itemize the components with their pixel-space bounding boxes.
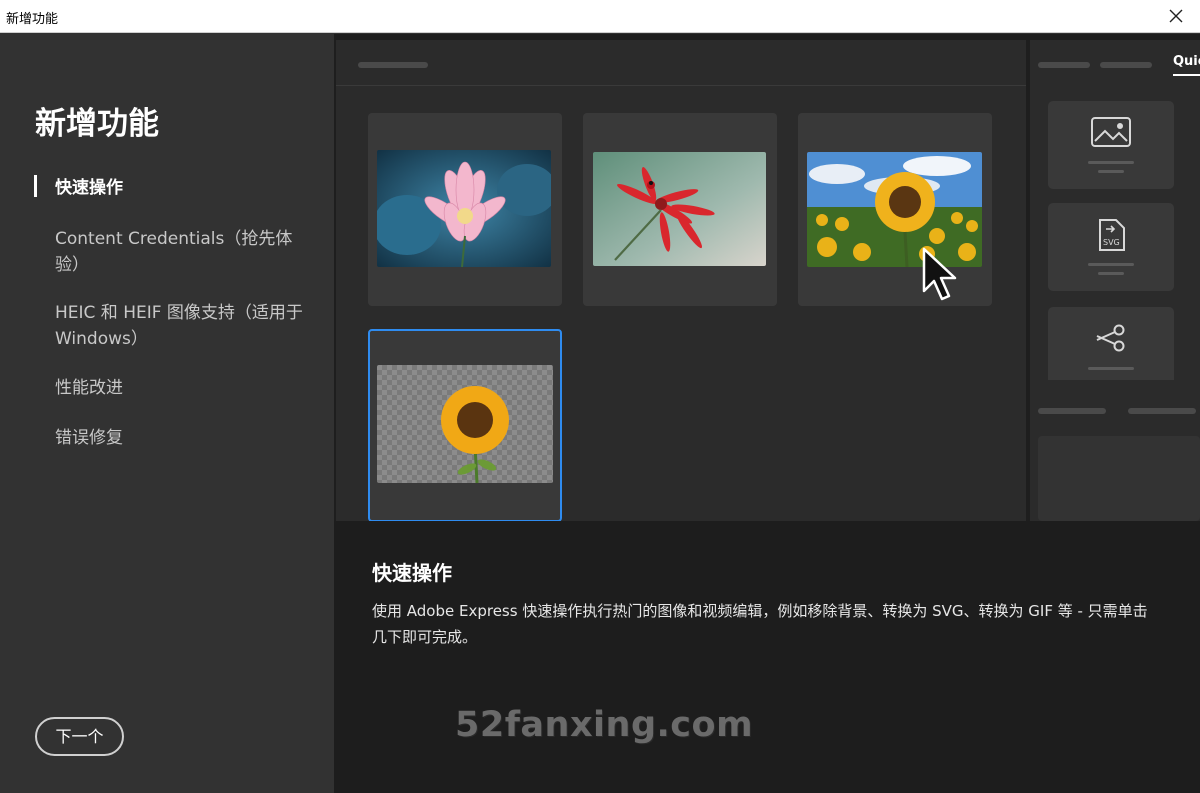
- placeholder-bar: [1088, 161, 1134, 164]
- daisy-image: [593, 152, 766, 266]
- description-body: 使用 Adobe Express 快速操作执行热门的图像和视频编辑，例如移除背景…: [372, 602, 1148, 646]
- nav-item-quick-actions[interactable]: 快速操作: [55, 175, 305, 201]
- tool-convert-svg[interactable]: SVG: [1048, 203, 1174, 291]
- sidebar: 新增功能 快速操作 Content Credentials（抢先体验） HEIC…: [0, 34, 334, 793]
- image-icon: [1091, 117, 1131, 147]
- nav-item-performance[interactable]: 性能改进: [55, 375, 305, 401]
- thumbnail-card-daisy[interactable]: [583, 113, 777, 306]
- placeholder-bar: [1098, 272, 1124, 275]
- quick-actions-panel: Quic SVG: [1030, 40, 1200, 521]
- active-indicator: [34, 175, 37, 197]
- lotus-image: [377, 150, 551, 267]
- placeholder-bar: [358, 62, 428, 68]
- placeholder-bar: [1088, 263, 1134, 266]
- tab-underline: [1173, 74, 1200, 76]
- svg-text:SVG: SVG: [1103, 238, 1120, 247]
- mouse-cursor-icon: [922, 247, 957, 301]
- placeholder-bar: [1128, 408, 1196, 414]
- thumbnail-card-lotus[interactable]: [368, 113, 562, 306]
- sidebar-heading: 新增功能: [35, 106, 159, 142]
- placeholder-bar: [1098, 170, 1124, 173]
- placeholder-bar: [1088, 367, 1134, 370]
- window-titlebar: 新增功能: [0, 0, 1200, 33]
- window-title: 新增功能: [6, 12, 59, 27]
- placeholder-block: [1038, 436, 1200, 521]
- nav-item-bug-fixes[interactable]: 错误修复: [55, 425, 305, 451]
- panel-lower: [1030, 380, 1200, 521]
- svg-convert-icon: SVG: [1099, 219, 1125, 251]
- nav-item-heic-heif[interactable]: HEIC 和 HEIF 图像支持（适用于 Windows）: [55, 300, 305, 352]
- placeholder-bar: [1038, 408, 1106, 414]
- description-title: 快速操作: [372, 561, 452, 585]
- placeholder-bar: [1100, 62, 1152, 68]
- sunflower-cutout-image: [377, 365, 553, 483]
- placeholder-bar: [1038, 62, 1090, 68]
- watermark-text: 52fanxing.com: [455, 705, 754, 745]
- next-button[interactable]: 下一个: [35, 717, 124, 756]
- description-area: 快速操作 使用 Adobe Express 快速操作执行热门的图像和视频编辑，例…: [334, 521, 1200, 793]
- thumbnail-card-sunflower-cutout[interactable]: [368, 329, 562, 521]
- feature-preview: Quic SVG: [334, 34, 1200, 521]
- preview-topbar: [336, 40, 1026, 86]
- close-icon[interactable]: [1164, 4, 1188, 28]
- nav-item-content-credentials[interactable]: Content Credentials（抢先体验）: [55, 226, 305, 278]
- tab-quick-actions[interactable]: Quic: [1173, 54, 1200, 69]
- scissors-icon: [1096, 324, 1125, 352]
- thumbnail-card-sunflower-field[interactable]: [798, 113, 992, 306]
- tool-remove-background[interactable]: [1048, 101, 1174, 189]
